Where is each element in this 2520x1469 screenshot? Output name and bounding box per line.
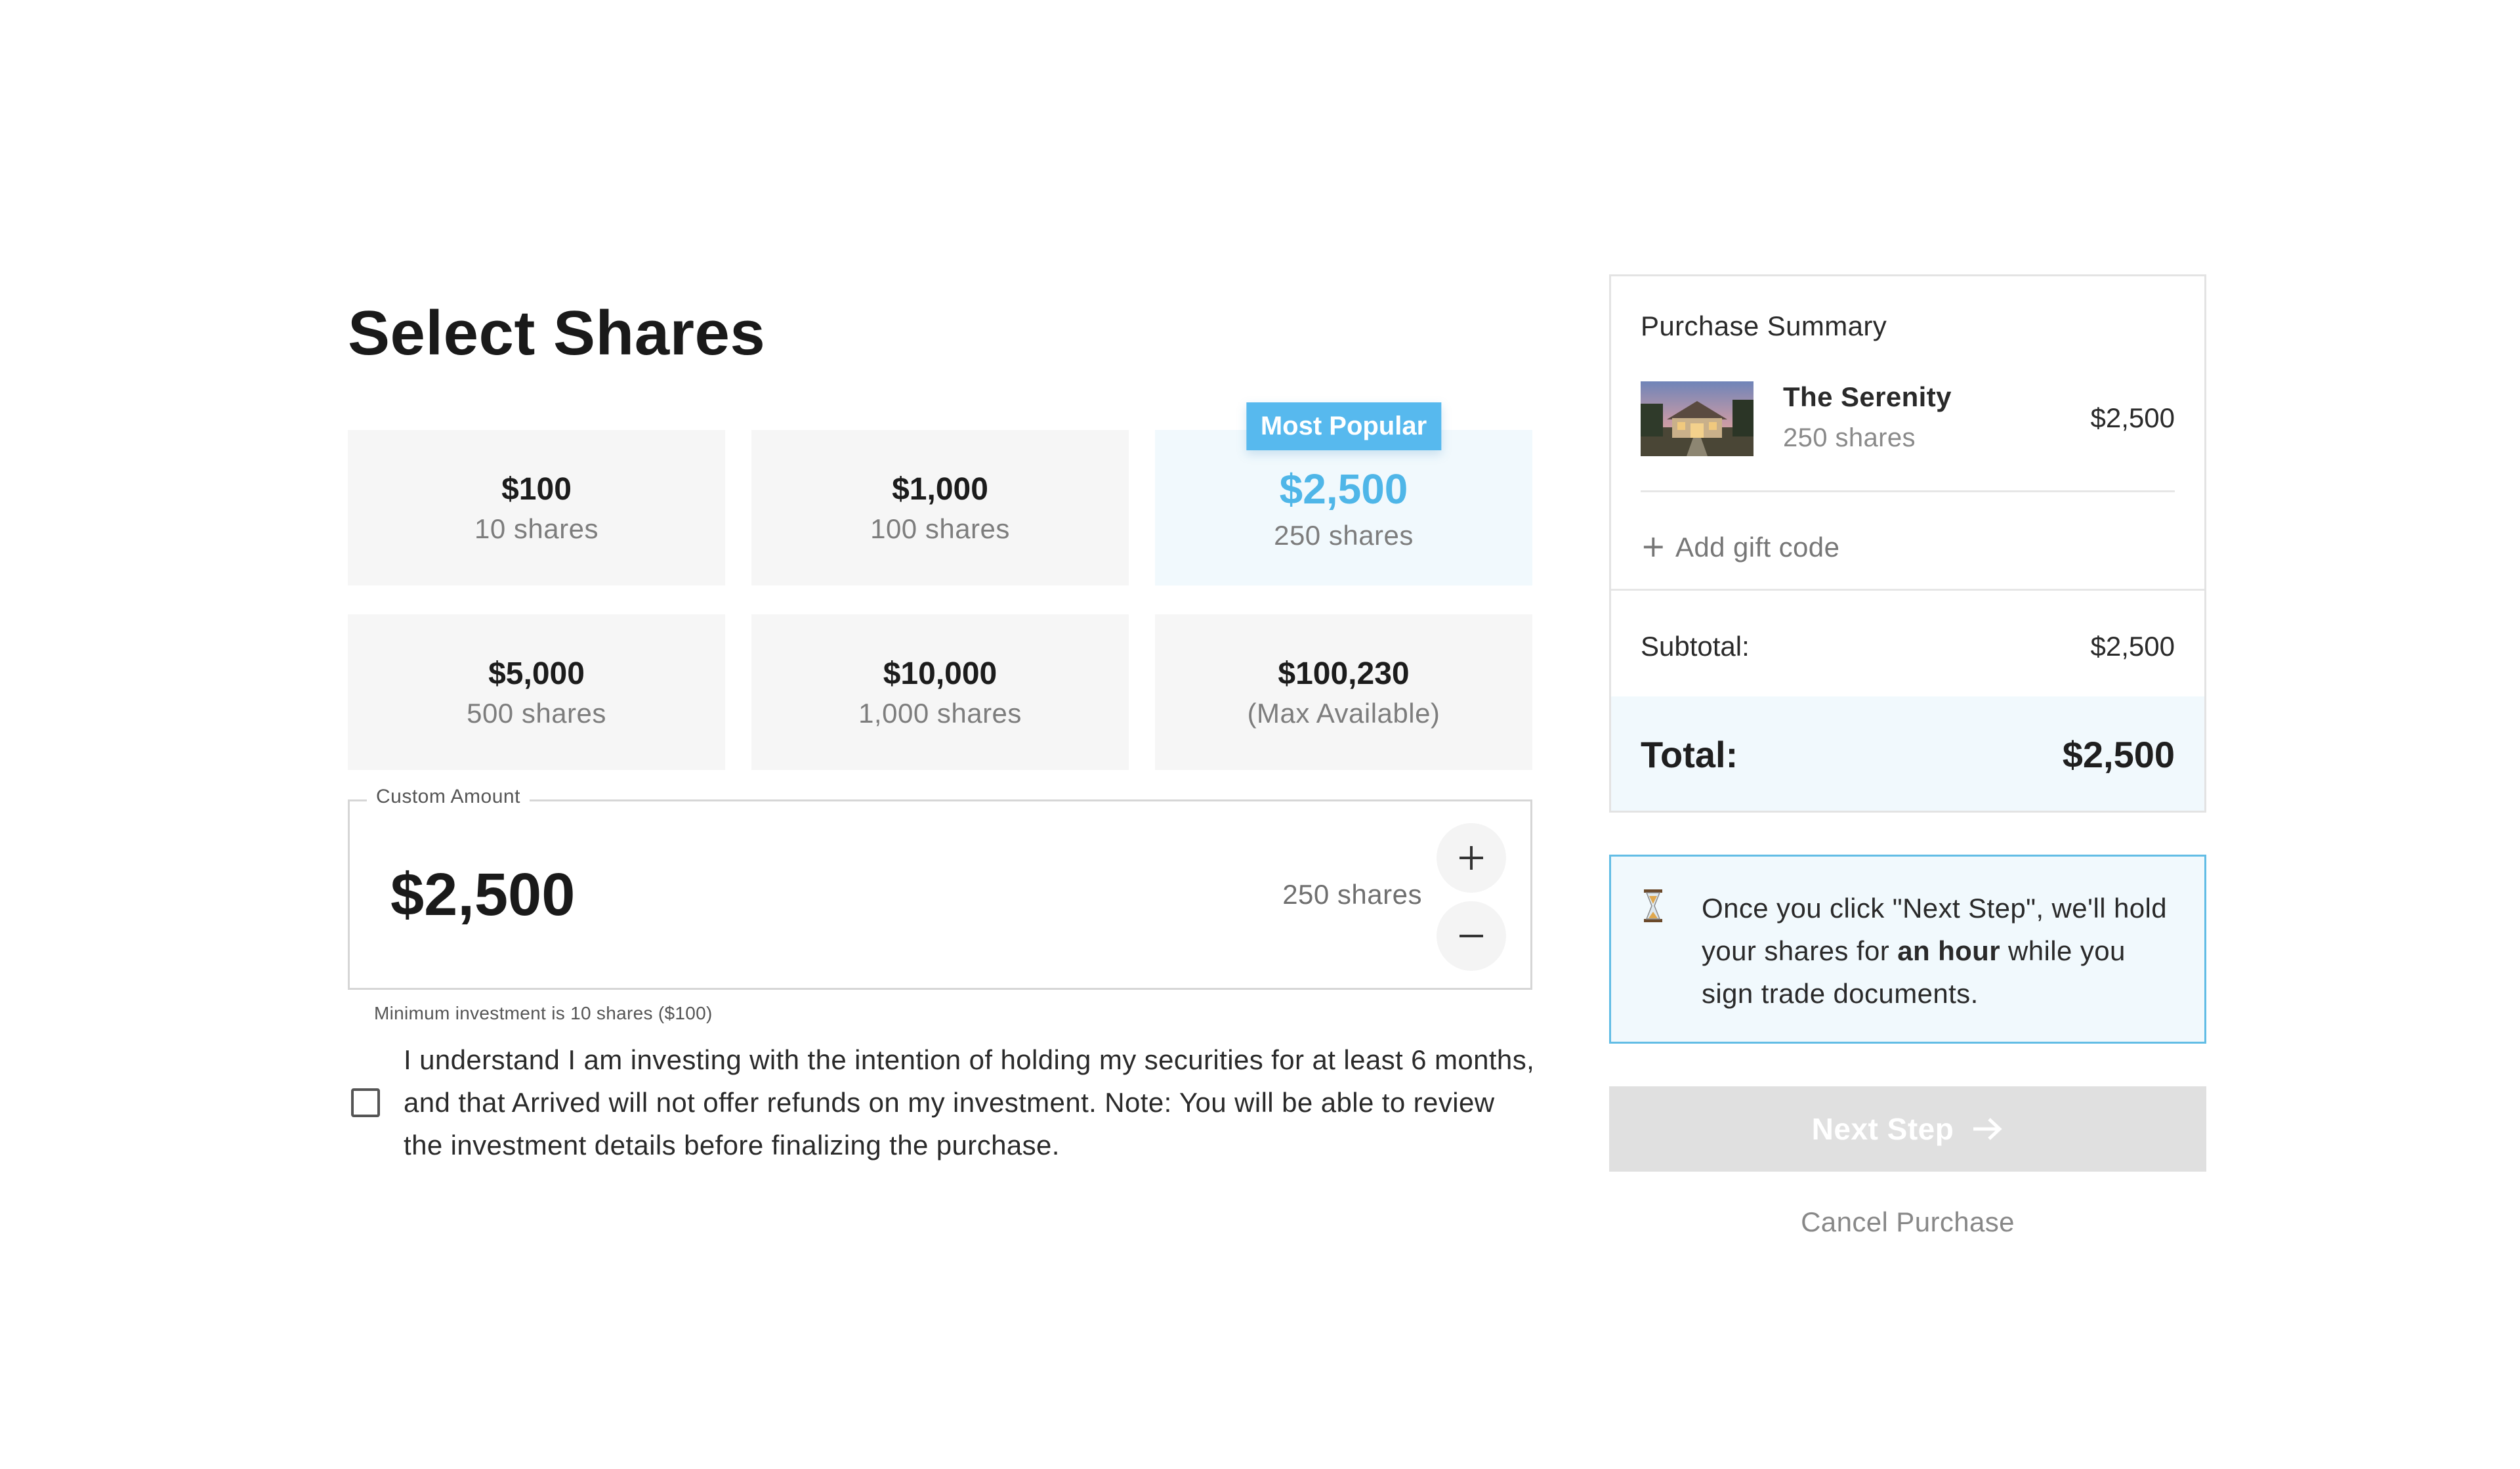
share-option-5000[interactable]: $5,000 500 shares xyxy=(348,614,725,770)
add-gift-code-link[interactable]: + Add gift code xyxy=(1641,528,1839,564)
page-title: Select Shares xyxy=(348,298,766,368)
share-options-grid: $100 10 shares $1,000 100 shares Most Po… xyxy=(348,402,1532,770)
agreement-checkbox[interactable] xyxy=(351,1088,380,1117)
share-option-10000[interactable]: $10,000 1,000 shares xyxy=(751,614,1129,770)
decrement-button[interactable] xyxy=(1437,901,1506,971)
purchase-summary: Purchase Summary The Serenity 250 shares xyxy=(1609,274,2206,813)
purchase-summary-title: Purchase Summary xyxy=(1641,310,1887,341)
hourglass-icon xyxy=(1644,889,1662,922)
hold-shares-notice: Once you click "Next Step", we'll hold y… xyxy=(1609,855,2206,1044)
property-price: $2,500 xyxy=(2090,402,2175,433)
option-price: $100 xyxy=(501,471,572,507)
minus-icon xyxy=(1460,935,1483,937)
option-price: $1,000 xyxy=(892,471,988,507)
property-shares: 250 shares xyxy=(1783,423,1916,452)
plus-icon: + xyxy=(1641,528,1666,564)
share-option-100[interactable]: $100 10 shares xyxy=(348,430,725,585)
option-shares: 10 shares xyxy=(474,513,598,545)
custom-amount-label: Custom Amount xyxy=(367,786,530,808)
plus-icon xyxy=(1460,846,1483,870)
option-shares: 500 shares xyxy=(467,698,606,729)
option-price: $5,000 xyxy=(488,656,585,691)
custom-amount-field[interactable]: Custom Amount $2,500 250 shares xyxy=(348,786,1532,990)
most-popular-badge: Most Popular xyxy=(1246,402,1442,450)
subtotal-value: $2,500 xyxy=(2090,631,2175,662)
total-label: Total: xyxy=(1641,734,1738,775)
option-shares: 100 shares xyxy=(870,513,1010,545)
option-price: $100,230 xyxy=(1278,656,1410,691)
custom-amount-input[interactable]: $2,500 xyxy=(390,861,575,929)
total-value: $2,500 xyxy=(2062,734,2175,775)
property-name: The Serenity xyxy=(1783,381,1952,412)
custom-amount-shares: 250 shares xyxy=(1282,879,1422,910)
option-price: $2,500 xyxy=(1279,465,1408,513)
option-shares: (Max Available) xyxy=(1247,698,1440,729)
share-option-2500[interactable]: Most Popular $2,500 250 shares xyxy=(1155,402,1532,585)
arrow-right-icon xyxy=(1973,1118,2002,1140)
increment-button[interactable] xyxy=(1437,823,1506,893)
divider xyxy=(1641,490,2175,492)
property-thumbnail xyxy=(1641,381,1754,456)
total-row: Total: $2,500 xyxy=(1611,696,2204,811)
subtotal-label: Subtotal: xyxy=(1641,631,1750,662)
option-price: $10,000 xyxy=(883,656,998,691)
gift-code-label: Add gift code xyxy=(1675,532,1840,563)
share-option-1000[interactable]: $1,000 100 shares xyxy=(751,430,1129,585)
next-step-button[interactable]: Next Step xyxy=(1609,1086,2206,1172)
option-shares: 1,000 shares xyxy=(858,698,1022,729)
agreement-text: I understand I am investing with the int… xyxy=(404,1044,1535,1160)
share-option-max[interactable]: $100,230 (Max Available) xyxy=(1155,614,1532,770)
hold-notice-text: Once you click "Next Step", we'll hold y… xyxy=(1702,893,2167,1009)
next-step-label: Next Step xyxy=(1811,1112,1954,1146)
cancel-purchase-link[interactable]: Cancel Purchase xyxy=(1609,1206,2206,1238)
minimum-investment-note: Minimum investment is 10 shares ($100) xyxy=(374,1003,713,1023)
option-shares: 250 shares xyxy=(1274,519,1414,551)
divider xyxy=(1611,589,2204,591)
